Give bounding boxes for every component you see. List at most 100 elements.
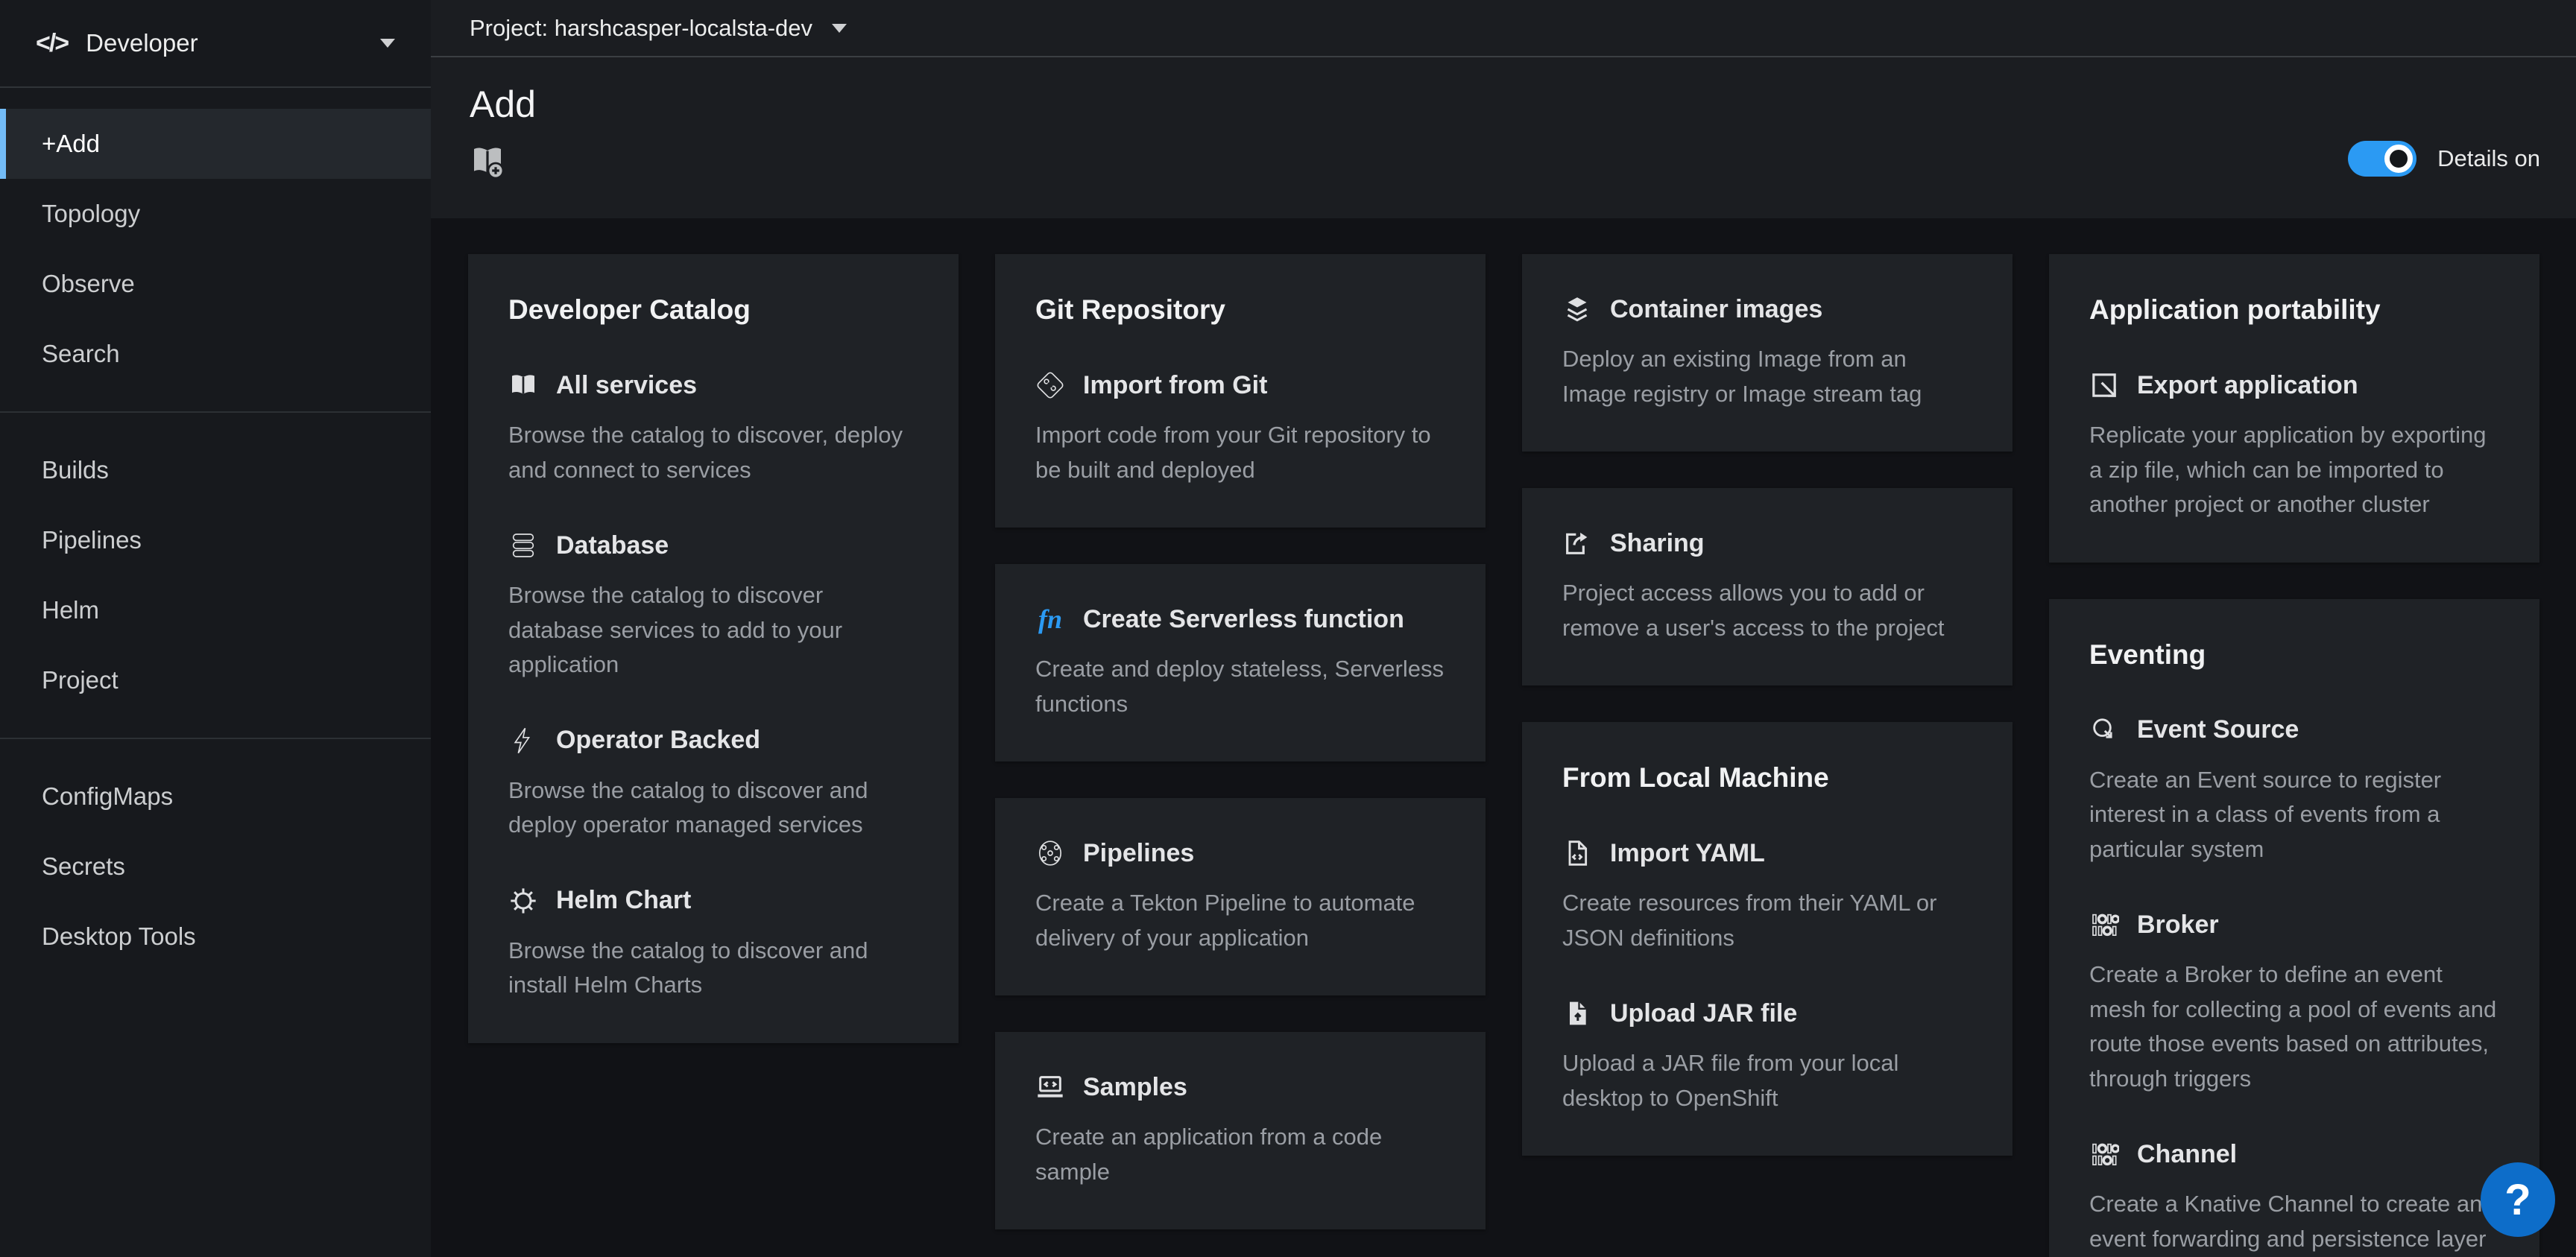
tile-title[interactable]: Upload JAR file — [1610, 999, 1797, 1028]
sidebar-item-secrets[interactable]: Secrets — [0, 832, 431, 902]
card-create-serverless-function[interactable]: fnCreate Serverless functionCreate and d… — [995, 564, 1486, 762]
project-selector-label: Project: harshcasper-localsta-dev — [470, 15, 812, 42]
sidebar-item-desktop-tools[interactable]: Desktop Tools — [0, 902, 431, 972]
project-selector[interactable]: Project: harshcasper-localsta-dev — [470, 15, 847, 42]
tile-title[interactable]: Database — [556, 531, 669, 560]
tile-title[interactable]: Samples — [1083, 1073, 1187, 1102]
tile-helm-chart[interactable]: Helm Chart Browse the catalog to discover… — [508, 886, 918, 1003]
database-icon — [508, 531, 538, 560]
sidebar-nav: +AddTopologyObserveSearch BuildsPipelines… — [0, 88, 431, 972]
tile-description: Browse the catalog to discover and deplo… — [508, 773, 918, 843]
tile-event-source[interactable]: Event SourceCreate an Event source to re… — [2089, 715, 2499, 867]
tile-heading: Upload JAR file — [1562, 998, 1972, 1028]
card-column: Container images Deploy an existing Image… — [1522, 254, 2012, 1156]
tile-title[interactable]: Pipelines — [1083, 839, 1194, 868]
tile-description: Create an application from a code sample — [1035, 1120, 1445, 1189]
tile-export-application[interactable]: Export applicationReplicate your applica… — [2089, 370, 2499, 522]
card-title: Application portability — [2089, 294, 2499, 326]
tile-heading: Database — [508, 531, 918, 560]
book-icon — [508, 370, 538, 400]
tile-heading: Export application — [2089, 370, 2499, 400]
card-title: From Local Machine — [1562, 762, 1972, 794]
card-title: Eventing — [2089, 639, 2499, 671]
sidebar-item-builds[interactable]: Builds — [0, 435, 431, 505]
card-samples[interactable]: Samples Create an application from a code… — [995, 1032, 1486, 1229]
toggle-knob — [2384, 145, 2413, 173]
file-code-icon — [1562, 838, 1592, 868]
tile-container-images[interactable]: Container images Deploy an existing Image… — [1562, 294, 1972, 411]
perspective-switcher[interactable]: </> Developer — [0, 0, 431, 88]
tile-title[interactable]: Create Serverless function — [1083, 605, 1404, 634]
tile-sharing[interactable]: Sharing Project access allows you to add … — [1562, 528, 1972, 645]
tile-operator-backed[interactable]: Operator Backed Browse the catalog to dis… — [508, 726, 918, 843]
broker-icon — [2089, 910, 2119, 940]
tile-heading: Sharing — [1562, 528, 1972, 558]
tile-title[interactable]: Channel — [2137, 1140, 2237, 1169]
tile-database[interactable]: DatabaseBrowse the catalog to discover d… — [508, 531, 918, 683]
tile-heading: Operator Backed — [508, 726, 918, 756]
sidebar-item-configmaps[interactable]: ConfigMaps — [0, 762, 431, 832]
sidebar-item-add[interactable]: +Add — [0, 109, 431, 179]
tile-title[interactable]: Sharing — [1610, 529, 1705, 558]
tile-description: Import code from your Git repository to … — [1035, 418, 1445, 487]
tile-title[interactable]: Container images — [1610, 295, 1822, 324]
sidebar-item-search[interactable]: Search — [0, 319, 431, 389]
tile-description: Create resources from their YAML or JSON… — [1562, 886, 1972, 955]
tile-pipelines[interactable]: PipelinesCreate a Tekton Pipeline to aut… — [1035, 838, 1445, 955]
catalog-book-plus-icon — [470, 144, 505, 180]
tile-title[interactable]: Helm Chart — [556, 886, 691, 915]
tile-all-services[interactable]: All servicesBrowse the catalog to discov… — [508, 370, 918, 487]
tile-description: Project access allows you to add or remo… — [1562, 576, 1972, 645]
helm-icon — [508, 886, 538, 916]
tile-create-serverless-function[interactable]: fnCreate Serverless functionCreate and d… — [1035, 604, 1445, 721]
card-column: Git RepositoryImport from GitImport code… — [995, 254, 1486, 1229]
tile-heading: Import from Git — [1035, 370, 1445, 400]
tile-broker[interactable]: BrokerCreate a Broker to define an event… — [2089, 910, 2499, 1096]
file-upload-icon — [1562, 998, 1592, 1028]
tile-description: Browse the catalog to discover and insta… — [508, 934, 918, 1003]
tile-heading: Channel — [2089, 1139, 2499, 1169]
tile-import-yaml[interactable]: Import YAML Create resources from their Y… — [1562, 838, 1972, 955]
card-eventing[interactable]: Eventing Event SourceCreate an Event sour… — [2049, 599, 2539, 1257]
tile-title[interactable]: Import YAML — [1610, 839, 1765, 868]
tile-description: Create a Knative Channel to create an ev… — [2089, 1187, 2499, 1257]
card-developer-catalog[interactable]: Developer CatalogAll servicesBrowse the … — [468, 254, 959, 1043]
tile-title[interactable]: Export application — [2137, 371, 2358, 400]
perspective-label: Developer — [86, 29, 362, 57]
sidebar-item-helm[interactable]: Helm — [0, 575, 431, 645]
card-application-portability[interactable]: Application portability Export applicatio… — [2049, 254, 2539, 563]
tile-upload-jar-file[interactable]: Upload JAR fileUpload a JAR file from yo… — [1562, 998, 1972, 1115]
page-header: Add Details on — [431, 57, 2576, 218]
tile-heading: Container images — [1562, 294, 1972, 324]
tile-heading: Event Source — [2089, 715, 2499, 745]
details-toggle: Details on — [2348, 141, 2540, 177]
masthead: Project: harshcasper-localsta-dev — [431, 0, 2576, 57]
card-container-images[interactable]: Container images Deploy an existing Image… — [1522, 254, 2012, 452]
share-icon — [1562, 528, 1592, 558]
sidebar-item-observe[interactable]: Observe — [0, 249, 431, 319]
card-sharing[interactable]: Sharing Project access allows you to add … — [1522, 488, 2012, 686]
tile-title[interactable]: Event Source — [2137, 715, 2299, 744]
card-pipelines[interactable]: PipelinesCreate a Tekton Pipeline to aut… — [995, 798, 1486, 995]
details-toggle-switch[interactable] — [2348, 141, 2416, 177]
card-from-local-machine[interactable]: From Local Machine Import YAML Create reso… — [1522, 722, 2012, 1156]
sidebar-item-project[interactable]: Project — [0, 645, 431, 715]
sidebar-item-topology[interactable]: Topology — [0, 179, 431, 249]
code-icon: </> — [36, 29, 68, 58]
card-column: Application portability Export applicatio… — [2049, 254, 2539, 1257]
tile-title[interactable]: All services — [556, 371, 697, 400]
tile-heading: All services — [508, 370, 918, 400]
tile-samples[interactable]: Samples Create an application from a code… — [1035, 1072, 1445, 1189]
tile-import-from-git[interactable]: Import from Git Import code from your Git… — [1035, 370, 1445, 487]
tile-description: Deploy an existing Image from an Image r… — [1562, 342, 1972, 411]
sidebar-item-pipelines[interactable]: Pipelines — [0, 505, 431, 575]
tile-title[interactable]: Operator Backed — [556, 726, 760, 755]
event-source-icon — [2089, 715, 2119, 745]
tile-channel[interactable]: Channel Create a Knative Channel to creat… — [2089, 1139, 2499, 1257]
tile-title[interactable]: Import from Git — [1083, 371, 1267, 400]
tile-title[interactable]: Broker — [2137, 911, 2219, 940]
tile-heading: Broker — [2089, 910, 2499, 940]
card-columns: Developer CatalogAll servicesBrowse the … — [468, 254, 2543, 1257]
card-git-repository[interactable]: Git RepositoryImport from GitImport code… — [995, 254, 1486, 528]
help-button[interactable]: ? — [2481, 1162, 2555, 1237]
